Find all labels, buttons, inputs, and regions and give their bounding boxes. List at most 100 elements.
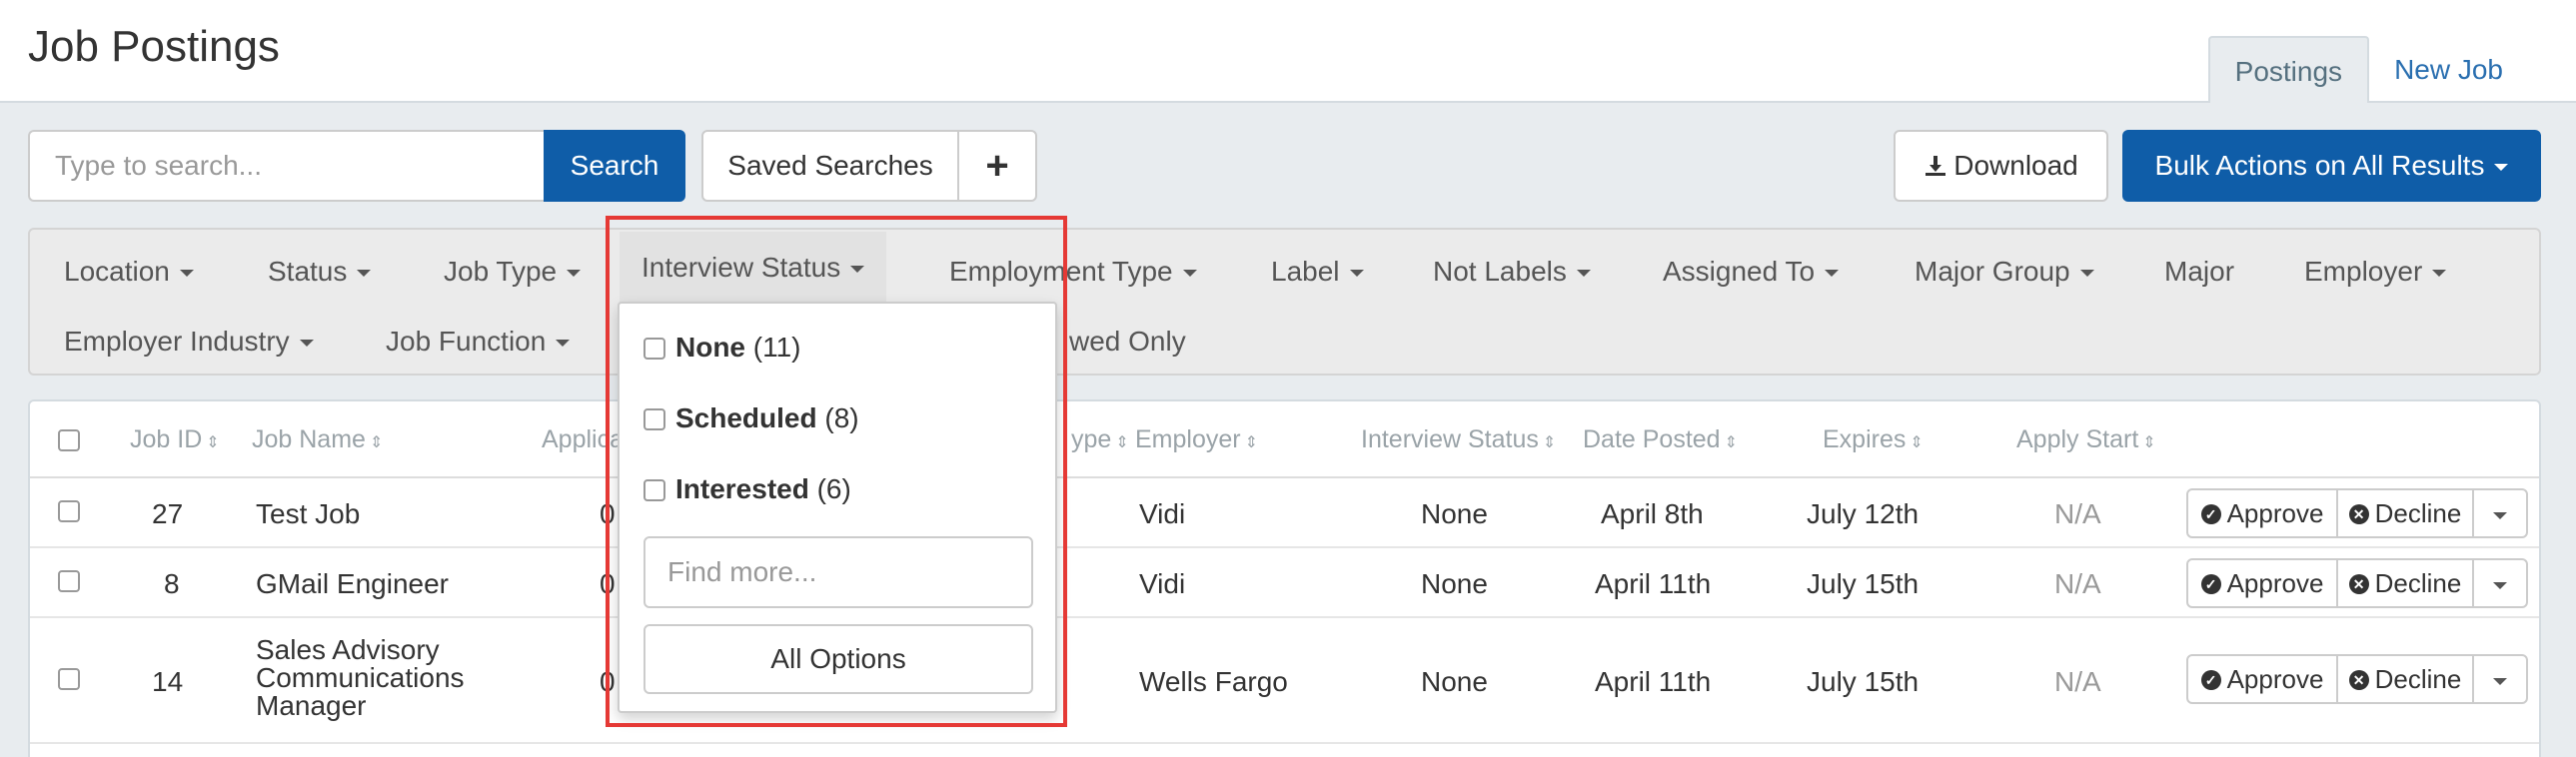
- bulk-actions-button[interactable]: Bulk Actions on All Results: [2122, 130, 2541, 202]
- decline-button[interactable]: ✕ Decline: [2336, 558, 2474, 608]
- column-label: Job Name: [252, 425, 366, 453]
- approve-button[interactable]: ✓ Approve: [2186, 488, 2338, 538]
- col-employer[interactable]: Employer ⇕: [1135, 401, 1258, 478]
- filter-job-type[interactable]: Job Type: [444, 252, 582, 292]
- option-count: (6): [816, 473, 851, 504]
- col-job-name[interactable]: Job Name ⇕: [252, 401, 383, 478]
- chevron-down-icon: [2493, 581, 2507, 589]
- applications-count: 0: [600, 666, 616, 697]
- filter-assigned-to[interactable]: Assigned To: [1663, 252, 1840, 292]
- filter-employer[interactable]: Employer: [2304, 252, 2447, 292]
- option-checkbox[interactable]: [644, 338, 665, 360]
- filter-status[interactable]: Status: [268, 252, 372, 292]
- interview-status: None: [1421, 498, 1488, 529]
- row-actions-dropdown[interactable]: [2472, 488, 2528, 538]
- col-applications[interactable]: Applica: [542, 401, 624, 478]
- x-circle-icon: ✕: [2348, 574, 2369, 594]
- filter-label: Status: [268, 256, 348, 287]
- search-input[interactable]: [28, 130, 544, 202]
- x-circle-icon: ✕: [2348, 670, 2369, 690]
- applications-count: 0: [600, 498, 616, 529]
- find-more-input[interactable]: [644, 536, 1033, 608]
- job-name[interactable]: Test Job: [256, 498, 360, 530]
- sort-icon: ⇕: [1244, 434, 1258, 451]
- tab-postings[interactable]: Postings: [2207, 36, 2370, 103]
- approve-button[interactable]: ✓ Approve: [2186, 558, 2338, 608]
- col-date-posted[interactable]: Date Posted ⇕: [1583, 401, 1738, 478]
- row-checkbox[interactable]: [58, 570, 80, 592]
- filter-employer-industry[interactable]: Employer Industry: [64, 322, 314, 362]
- sort-icon: ⇕: [369, 434, 384, 451]
- filter-label: Job Type: [444, 256, 558, 287]
- filter-label: Not Labels: [1433, 256, 1567, 287]
- col-expires[interactable]: Expires ⇕: [1823, 401, 1924, 478]
- filters-bar: Location Status Job Type Interview Statu…: [28, 228, 2541, 376]
- bulk-actions-label: Bulk Actions on All Results: [2154, 150, 2485, 181]
- employer: Vidi: [1139, 568, 1186, 599]
- job-name-line: Manager: [256, 690, 367, 721]
- postings-table: Job ID ⇕ Job Name ⇕ Applica ype ⇕ Employer ⇕…: [28, 399, 2541, 757]
- row-checkbox[interactable]: [58, 500, 80, 522]
- col-job-id[interactable]: Job ID ⇕: [130, 401, 220, 478]
- table-row[interactable]: 8 GMail Engineer 0 Vidi None April 11th …: [30, 548, 2539, 618]
- option-interested[interactable]: Interested (6): [644, 473, 851, 505]
- col-apply-start[interactable]: Apply Start ⇕: [2016, 401, 2156, 478]
- filter-interview-status[interactable]: Interview Status: [620, 232, 887, 304]
- saved-searches-button[interactable]: Saved Searches: [701, 130, 959, 202]
- option-scheduled[interactable]: Scheduled (8): [644, 402, 859, 434]
- download-label: Download: [1953, 150, 2078, 181]
- option-checkbox[interactable]: [644, 479, 665, 501]
- row-actions-dropdown[interactable]: [2472, 558, 2528, 608]
- filter-job-function[interactable]: Job Function: [386, 322, 571, 362]
- employer: Vidi: [1139, 498, 1186, 529]
- job-name-line: Sales Advisory: [256, 634, 440, 665]
- chevron-down-icon: [2079, 270, 2094, 278]
- option-checkbox[interactable]: [644, 408, 665, 430]
- chevron-down-icon: [1349, 270, 1364, 278]
- decline-button[interactable]: ✕ Decline: [2336, 654, 2474, 704]
- add-search-button[interactable]: +: [957, 130, 1037, 202]
- decline-label: Decline: [2374, 498, 2462, 528]
- table-row[interactable]: 14 Sales Advisory Communications Manager…: [30, 618, 2539, 744]
- approve-button[interactable]: ✓ Approve: [2186, 654, 2338, 704]
- apply-start: N/A: [2054, 498, 2101, 529]
- sort-icon: ⇕: [206, 434, 220, 451]
- filter-label: Location: [64, 256, 170, 287]
- tab-new-job[interactable]: New Job: [2369, 36, 2528, 103]
- col-interview-status[interactable]: Interview Status ⇕: [1361, 401, 1556, 478]
- filter-not-labels[interactable]: Not Labels: [1433, 252, 1591, 292]
- applications-count: 0: [600, 568, 616, 599]
- page-header: Job Postings Postings New Job: [0, 0, 2576, 103]
- decline-label: Decline: [2374, 664, 2462, 694]
- job-name[interactable]: Sales Advisory Communications Manager: [256, 636, 465, 720]
- filter-location[interactable]: Location: [64, 252, 194, 292]
- col-type[interactable]: ype ⇕: [1071, 401, 1129, 478]
- row-actions-dropdown[interactable]: [2472, 654, 2528, 704]
- sort-icon: ⇕: [1724, 434, 1738, 451]
- filter-label: Employment Type: [949, 256, 1173, 287]
- select-all-checkbox[interactable]: [58, 429, 80, 451]
- table-header: Job ID ⇕ Job Name ⇕ Applica ype ⇕ Employer ⇕…: [30, 401, 2539, 478]
- approve-label: Approve: [2226, 498, 2324, 528]
- filter-label-dropdown[interactable]: Label: [1271, 252, 1364, 292]
- decline-button[interactable]: ✕ Decline: [2336, 488, 2474, 538]
- filter-major-group[interactable]: Major Group: [1915, 252, 2094, 292]
- filter-label: Employer Industry: [64, 326, 290, 357]
- interview-status-dropdown: None (11) Scheduled (8) Interested (6) A…: [618, 302, 1057, 713]
- interview-status: None: [1421, 666, 1488, 697]
- download-button[interactable]: Download: [1894, 130, 2108, 202]
- search-button[interactable]: Search: [544, 130, 685, 202]
- filter-partial-toggle[interactable]: wed Only: [1069, 322, 1186, 362]
- option-none[interactable]: None (11): [644, 332, 801, 364]
- job-id: 14: [152, 666, 184, 697]
- filter-major[interactable]: Major: [2164, 252, 2234, 292]
- option-label: Scheduled: [675, 402, 817, 433]
- row-checkbox[interactable]: [58, 668, 80, 690]
- check-circle-icon: ✓: [2200, 504, 2221, 524]
- filter-employment-type[interactable]: Employment Type: [949, 252, 1197, 292]
- filter-label: Major Group: [1915, 256, 2070, 287]
- table-row[interactable]: 27 Test Job 0 Vidi None April 8th July 1…: [30, 478, 2539, 548]
- all-options-button[interactable]: All Options: [644, 624, 1033, 694]
- job-name[interactable]: GMail Engineer: [256, 568, 449, 600]
- chevron-down-icon: [179, 270, 194, 278]
